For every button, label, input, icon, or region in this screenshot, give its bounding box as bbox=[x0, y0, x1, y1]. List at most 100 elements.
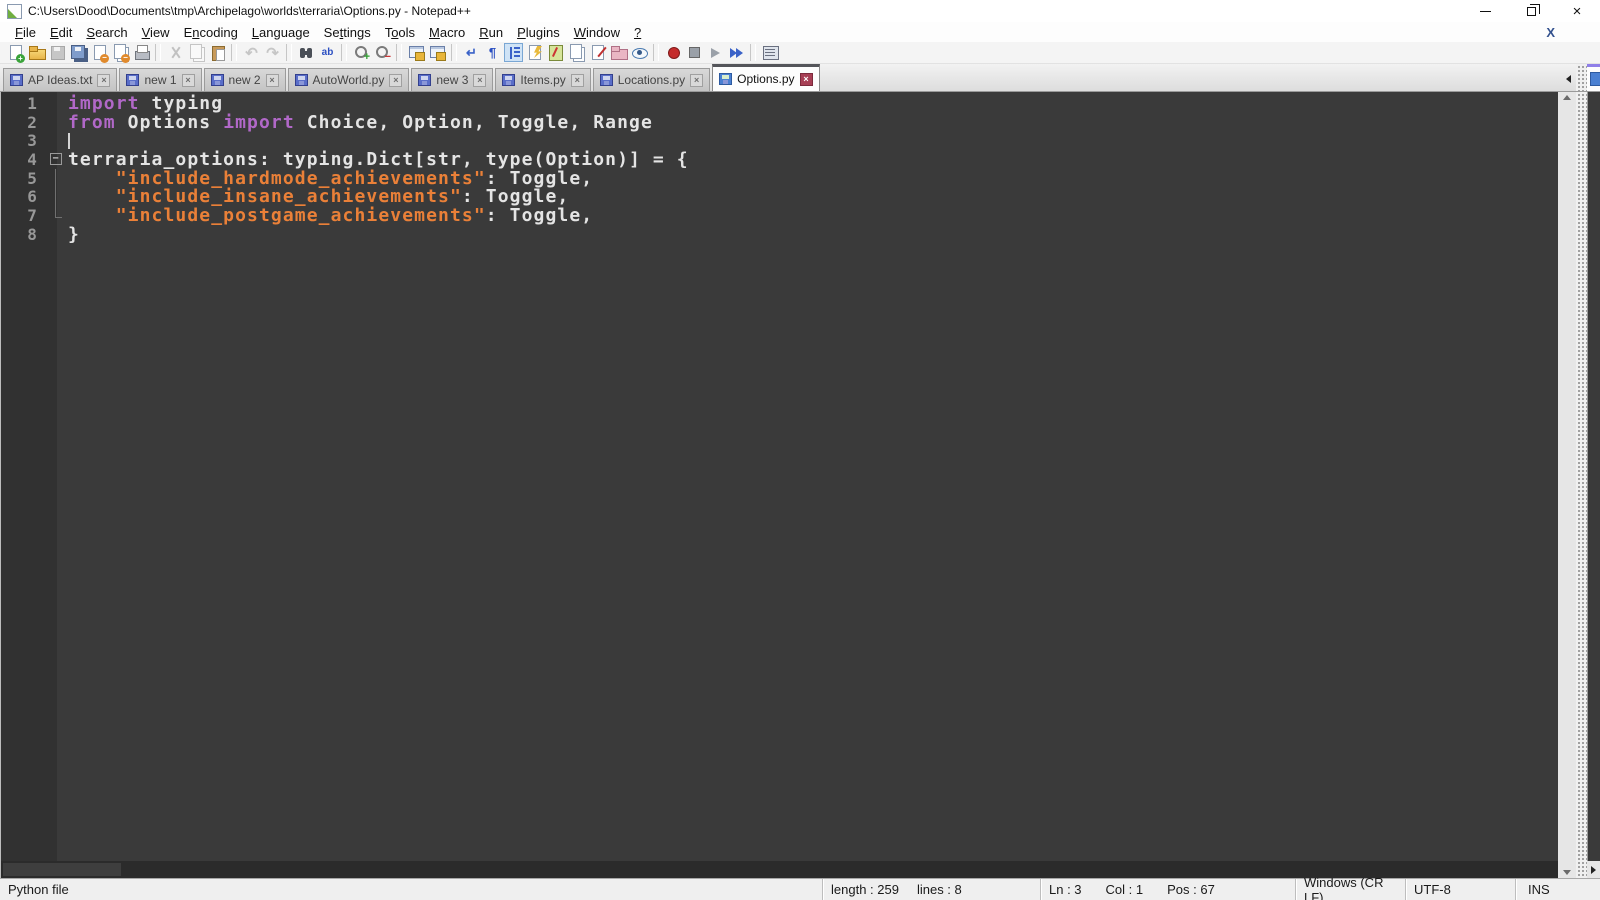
horizontal-scrollbar[interactable] bbox=[1, 861, 1558, 878]
cut-icon[interactable] bbox=[166, 43, 185, 62]
line-number: 1 bbox=[27, 93, 38, 113]
status-eol-format[interactable]: Windows (CR LF) bbox=[1295, 875, 1405, 900]
menu-item-file[interactable]: File bbox=[8, 23, 43, 42]
status-insert-mode[interactable]: INS bbox=[1515, 879, 1600, 900]
sync-vertical-icon[interactable] bbox=[407, 43, 426, 62]
code-line-7: 7 "include_postgame_achievements": Toggl… bbox=[1, 204, 1558, 226]
second-view-tab[interactable] bbox=[1587, 64, 1600, 91]
undo-icon[interactable] bbox=[242, 43, 261, 62]
scroll-up-icon[interactable] bbox=[1563, 95, 1571, 100]
line-label: Ln : 3 bbox=[1049, 882, 1082, 897]
menu-item-language[interactable]: Language bbox=[245, 23, 317, 42]
minimize-button[interactable] bbox=[1462, 0, 1508, 22]
view-splitter[interactable] bbox=[1576, 92, 1587, 878]
tab-close-icon[interactable]: × bbox=[570, 73, 584, 87]
tab-close-icon[interactable]: × bbox=[799, 72, 813, 86]
menu-item-plugins[interactable]: Plugins bbox=[510, 23, 567, 42]
redo-icon[interactable] bbox=[263, 43, 282, 62]
new-file-icon[interactable] bbox=[6, 43, 25, 63]
toolbar-separator bbox=[231, 44, 237, 61]
second-view-hscroll[interactable] bbox=[1587, 861, 1600, 878]
folder-workspace-icon[interactable] bbox=[609, 43, 628, 62]
show-all-chars-icon[interactable] bbox=[483, 43, 502, 62]
save-state-icon bbox=[418, 74, 432, 86]
vertical-scrollbar[interactable] bbox=[1558, 92, 1576, 878]
status-position-section: Ln : 3 Col : 1 Pos : 67 bbox=[1040, 879, 1295, 900]
doc-map-icon[interactable] bbox=[546, 43, 565, 62]
menu-item-macro[interactable]: Macro bbox=[422, 23, 472, 42]
menu-item-window[interactable]: Window bbox=[567, 23, 627, 42]
close-button[interactable]: × bbox=[1554, 0, 1600, 22]
sync-horizontal-icon[interactable] bbox=[428, 43, 447, 62]
menu-item-encoding[interactable]: Encoding bbox=[177, 23, 245, 42]
status-length-section: length : 259 lines : 8 bbox=[822, 879, 1040, 900]
copy-icon[interactable] bbox=[187, 43, 206, 62]
toolbar-separator bbox=[396, 44, 402, 61]
fold-collapse-icon[interactable]: − bbox=[50, 153, 62, 166]
restore-button[interactable] bbox=[1508, 0, 1554, 22]
tab-locations-py[interactable]: Locations.py × bbox=[592, 68, 711, 91]
macro-play-icon[interactable] bbox=[706, 43, 725, 62]
open-icon[interactable] bbox=[27, 43, 46, 62]
tab-options-py[interactable]: Options.py × bbox=[712, 64, 820, 91]
menu-item-settings[interactable]: Settings bbox=[317, 23, 378, 42]
tab-close-icon[interactable]: × bbox=[473, 73, 487, 87]
macro-save-icon[interactable] bbox=[761, 43, 780, 62]
close-all-icon[interactable] bbox=[111, 43, 130, 63]
replace-icon[interactable] bbox=[318, 43, 337, 62]
tab-scroll-left-button[interactable] bbox=[1560, 67, 1576, 91]
scroll-down-icon[interactable] bbox=[1563, 870, 1571, 875]
tab-items-py[interactable]: Items.py × bbox=[495, 68, 591, 91]
function-list-icon[interactable] bbox=[525, 43, 544, 62]
signature-icon[interactable] bbox=[588, 43, 607, 62]
tab-scroll-left-icon bbox=[1565, 75, 1571, 83]
tab-label: AutoWorld.py bbox=[312, 73, 385, 87]
tab-close-icon[interactable]: × bbox=[690, 73, 704, 87]
menu-item-help[interactable]: ? bbox=[627, 23, 648, 42]
view-splitter-top[interactable] bbox=[1576, 64, 1587, 91]
doc-close-icon[interactable]: X bbox=[1546, 25, 1555, 40]
status-bar: Python file length : 259 lines : 8 Ln : … bbox=[0, 875, 1600, 900]
monitor-eye-icon[interactable] bbox=[630, 43, 649, 62]
doc-switcher-icon[interactable] bbox=[567, 43, 586, 62]
paste-icon[interactable] bbox=[208, 43, 227, 62]
code-token: Choice, Option, Toggle, Range bbox=[294, 111, 653, 133]
word-wrap-icon[interactable] bbox=[462, 43, 481, 62]
tab-close-icon[interactable]: × bbox=[389, 73, 403, 87]
menu-item-view[interactable]: View bbox=[135, 23, 177, 42]
save-icon[interactable] bbox=[48, 43, 67, 62]
close-icon[interactable] bbox=[90, 43, 109, 63]
tab-label: Items.py bbox=[520, 73, 566, 87]
tab-new-1[interactable]: new 1 × bbox=[119, 68, 202, 91]
toolbar-separator bbox=[341, 44, 347, 61]
menu-item-run[interactable]: Run bbox=[472, 23, 510, 42]
code-token: Options bbox=[115, 111, 224, 133]
save-all-icon[interactable] bbox=[69, 43, 88, 62]
tab-close-icon[interactable]: × bbox=[97, 73, 111, 87]
menu-item-edit[interactable]: Edit bbox=[43, 23, 79, 42]
code-token: : Toggle, bbox=[485, 204, 594, 226]
code-editor[interactable]: 1 import typing 2 from Options import Choic… bbox=[1, 92, 1558, 861]
menu-item-tools[interactable]: Tools bbox=[378, 23, 422, 42]
horizontal-scrollbar-thumb[interactable] bbox=[3, 863, 121, 876]
status-encoding[interactable]: UTF-8 bbox=[1405, 879, 1515, 900]
tab-new-2[interactable]: new 2 × bbox=[203, 68, 286, 91]
line-number: 4 bbox=[27, 149, 38, 169]
macro-multi-icon[interactable] bbox=[727, 43, 746, 62]
tab-close-icon[interactable]: × bbox=[265, 73, 279, 87]
macro-record-icon[interactable] bbox=[664, 43, 683, 62]
zoom-out-icon[interactable] bbox=[373, 43, 392, 63]
editor-view: 1 import typing 2 from Options import Choic… bbox=[0, 92, 1558, 878]
fold-margin bbox=[47, 168, 67, 188]
tab-close-icon[interactable]: × bbox=[181, 73, 195, 87]
tab-new-3[interactable]: new 3 × bbox=[411, 68, 494, 91]
tab-autoworld-py[interactable]: AutoWorld.py × bbox=[287, 68, 410, 91]
print-icon[interactable] bbox=[132, 43, 151, 62]
tab-ap-ideas-txt[interactable]: AP Ideas.txt × bbox=[3, 68, 118, 91]
zoom-in-icon[interactable] bbox=[352, 43, 371, 63]
second-view-editor[interactable] bbox=[1587, 92, 1600, 861]
find-icon[interactable] bbox=[297, 43, 316, 62]
menu-item-search[interactable]: Search bbox=[79, 23, 134, 42]
indent-guide-icon[interactable] bbox=[504, 43, 523, 62]
macro-stop-icon[interactable] bbox=[685, 43, 704, 62]
